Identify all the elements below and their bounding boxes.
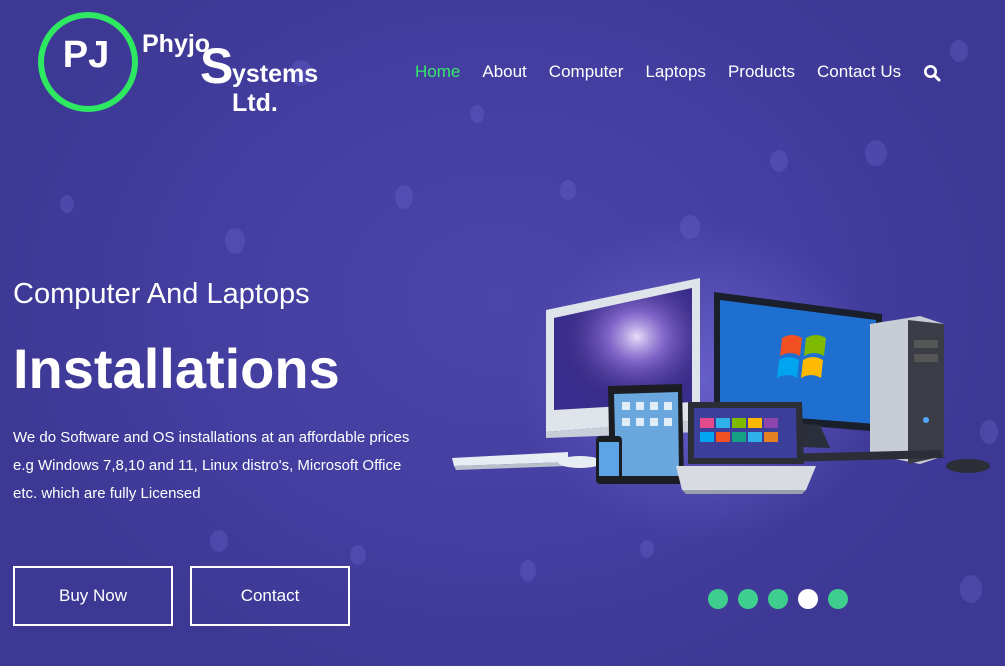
bokeh-dot — [520, 560, 536, 582]
hero-description-line: We do Software and OS installations at a… — [13, 429, 410, 446]
bokeh-dot — [60, 195, 74, 213]
logo-brand-name-part2: ystems Ltd. — [232, 60, 319, 117]
pc-tower-image — [870, 316, 944, 464]
slider-dot-active[interactable] — [798, 589, 818, 609]
contact-button[interactable]: Contact — [190, 566, 350, 626]
bokeh-dot — [960, 575, 982, 603]
bokeh-dot — [350, 545, 366, 565]
slider-dot[interactable] — [708, 589, 728, 609]
bokeh-dot — [210, 530, 228, 552]
keyboard-left-image — [452, 452, 602, 470]
hero-banner: PJ Phyjo S ystems Ltd. Home About Comput… — [0, 0, 1005, 666]
hero-description-line: etc. which are fully Licensed — [13, 485, 201, 502]
buy-now-button[interactable]: Buy Now — [13, 566, 173, 626]
slider-dot[interactable] — [828, 589, 848, 609]
hero-subtitle: Computer And Laptops — [13, 278, 310, 310]
slider-dots — [708, 589, 858, 609]
bokeh-dot — [640, 540, 654, 558]
bokeh-dot — [865, 140, 887, 166]
bokeh-dot — [395, 185, 413, 209]
bokeh-dot — [470, 105, 484, 123]
devices-illustration — [452, 278, 990, 494]
hero-description: We do Software and OS installations at a… — [13, 424, 433, 508]
logo-brand-big-letter: S — [200, 38, 234, 94]
slider-dot[interactable] — [768, 589, 788, 609]
nav-item-home[interactable]: Home — [415, 62, 460, 82]
main-nav: Home About Computer Laptops Products Con… — [415, 62, 941, 82]
hero-headline: Installations — [13, 337, 340, 400]
bokeh-dot — [560, 180, 576, 200]
brand-logo[interactable]: PJ Phyjo S ystems Ltd. — [36, 10, 366, 117]
search-icon[interactable] — [923, 64, 941, 82]
hero-description-line: e.g Windows 7,8,10 and 11, Linux distro'… — [13, 457, 402, 474]
bokeh-dot — [225, 228, 245, 254]
nav-item-laptops[interactable]: Laptops — [645, 62, 706, 82]
bokeh-dot — [680, 215, 700, 239]
bokeh-dot — [950, 40, 968, 62]
logo-initials: PJ — [62, 34, 110, 76]
slider-dot[interactable] — [738, 589, 758, 609]
nav-item-computer[interactable]: Computer — [549, 62, 624, 82]
phone-image — [596, 436, 622, 484]
bokeh-dot — [770, 150, 788, 172]
laptop-image — [676, 402, 816, 494]
nav-item-about[interactable]: About — [482, 62, 526, 82]
nav-item-products[interactable]: Products — [728, 62, 795, 82]
nav-item-contact-us[interactable]: Contact Us — [817, 62, 901, 82]
